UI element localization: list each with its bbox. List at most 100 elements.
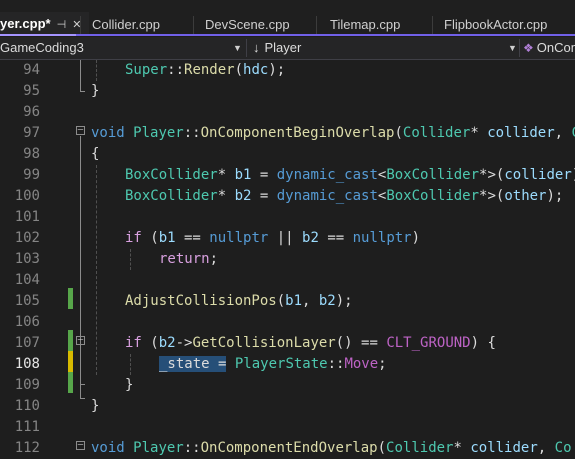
- code-token: () ==: [336, 335, 387, 351]
- code-text: }: [125, 375, 133, 396]
- collapse-icon[interactable]: –: [76, 336, 85, 345]
- tab-collider-cpp[interactable]: Collider.cpp: [92, 14, 160, 36]
- line-number: 102: [0, 228, 40, 249]
- code-token: Collider: [403, 125, 470, 141]
- code-line[interactable]: 106: [0, 312, 575, 333]
- code-token: );: [547, 188, 564, 204]
- code-line[interactable]: 99BoxCollider* b1 = dynamic_cast<BoxColl…: [0, 165, 575, 186]
- code-line[interactable]: 112void Player::OnComponentEndOverlap(Co…: [0, 438, 575, 459]
- code-token: return: [159, 251, 210, 267]
- code-text: _state = PlayerState::Move;: [159, 354, 387, 375]
- code-token: }: [125, 377, 133, 393]
- code-token: hdc: [243, 62, 268, 78]
- code-token: *>(: [479, 167, 504, 183]
- project-name: GameCoding3: [0, 40, 84, 55]
- code-text: {: [91, 144, 99, 165]
- code-token: ;: [378, 356, 386, 372]
- line-number: 96: [0, 102, 40, 123]
- code-line[interactable]: 98 {: [0, 144, 575, 165]
- code-text: if (b1 == nullptr || b2 == nullptr): [125, 228, 420, 249]
- code-token: BoxCollider: [386, 188, 479, 204]
- code-token: }: [91, 398, 99, 414]
- member-icon: ❖: [523, 41, 534, 55]
- code-line[interactable]: 96: [0, 102, 575, 123]
- tab-divider: [193, 16, 194, 34]
- code-token: {: [91, 146, 99, 162]
- line-number: 105: [0, 291, 40, 312]
- scope-dropdown[interactable]: ↓Player: [253, 37, 301, 59]
- code-token: ;: [210, 251, 218, 267]
- outline-end: [80, 398, 85, 399]
- code-token: Move: [344, 356, 378, 372]
- code-token: OnComponentBeginOverlap: [201, 125, 395, 141]
- code-token: PlayerState: [235, 356, 328, 372]
- line-number: 95: [0, 81, 40, 102]
- code-line[interactable]: 101: [0, 207, 575, 228]
- code-line[interactable]: 104: [0, 270, 575, 291]
- code-editor[interactable]: 94Super::Render(hdc);95}9697void Player:…: [0, 60, 575, 447]
- code-line[interactable]: 110}: [0, 396, 575, 417]
- code-line[interactable]: 95}: [0, 81, 575, 102]
- code-token: ,: [555, 125, 572, 141]
- code-token: ) {: [471, 335, 496, 351]
- line-number: 104: [0, 270, 40, 291]
- code-token: other: [504, 188, 546, 204]
- outline-line: [80, 136, 81, 398]
- collapse-icon[interactable]: –: [76, 441, 85, 450]
- code-token: ): [412, 230, 420, 246]
- chevron-down-icon[interactable]: ▼: [233, 37, 242, 59]
- tab-player-cpp[interactable]: yer.cpp*⊣✕: [0, 12, 89, 36]
- code-token: (: [277, 293, 285, 309]
- code-token: Co: [555, 440, 572, 456]
- member-dropdown[interactable]: ❖OnCom: [523, 37, 575, 59]
- code-line[interactable]: 100BoxCollider* b2 = dynamic_cast<BoxCol…: [0, 186, 575, 207]
- code-token: (: [235, 62, 243, 78]
- line-number: 110: [0, 396, 40, 417]
- tab-label: DevScene.cpp: [205, 17, 290, 32]
- code-line[interactable]: 107 if (b2->GetCollisionLayer() == CLT_GR…: [0, 333, 575, 354]
- code-text: if (b2->GetCollisionLayer() == CLT_GROUN…: [125, 333, 496, 354]
- code-token: (: [378, 440, 386, 456]
- code-token: dynamic_cast: [277, 167, 378, 183]
- code-token: Collider: [386, 440, 453, 456]
- code-token: ,: [538, 440, 555, 456]
- collapse-icon[interactable]: –: [76, 126, 85, 135]
- code-text: Super::Render(hdc);: [125, 60, 285, 81]
- code-token: (: [394, 125, 402, 141]
- line-number: 112: [0, 438, 40, 459]
- code-token: ==: [319, 230, 353, 246]
- code-token: nullptr: [353, 230, 412, 246]
- code-token: ::: [167, 62, 184, 78]
- code-line[interactable]: 111: [0, 417, 575, 438]
- code-token: =: [251, 188, 276, 204]
- tab-tilemap-cpp[interactable]: Tilemap.cpp: [330, 14, 400, 36]
- line-number: 111: [0, 417, 40, 438]
- indent-guide: [130, 249, 131, 270]
- line-number: 94: [0, 60, 40, 81]
- code-text: BoxCollider* b1 = dynamic_cast<BoxCollid…: [125, 165, 575, 186]
- code-line[interactable]: 97void Player::OnComponentBeginOverlap(C…: [0, 123, 575, 144]
- chevron-down-icon[interactable]: ▼: [508, 37, 517, 59]
- code-line[interactable]: 94 Super::Render(hdc);: [0, 60, 575, 81]
- code-line[interactable]: 102 if (b1 == nullptr || b2 == nullptr): [0, 228, 575, 249]
- code-token: *: [453, 440, 470, 456]
- code-token: collider: [504, 167, 571, 183]
- line-number: 98: [0, 144, 40, 165]
- code-line[interactable]: 103return;: [0, 249, 575, 270]
- project-dropdown[interactable]: GameCoding3: [0, 37, 84, 59]
- line-number: 97: [0, 123, 40, 144]
- code-token: CLT_GROUND: [386, 335, 470, 351]
- code-line[interactable]: 108_state = PlayerState::Move;: [0, 354, 575, 375]
- tab-flipbookactor-cpp[interactable]: FlipbookActor.cpp: [444, 14, 547, 36]
- code-token: nullptr: [209, 230, 268, 246]
- code-line[interactable]: 105AdjustCollisionPos(b1, b2);: [0, 291, 575, 312]
- line-number: 107: [0, 333, 40, 354]
- code-token: b1: [235, 167, 252, 183]
- tab-devscene-cpp[interactable]: DevScene.cpp: [205, 14, 290, 36]
- code-line[interactable]: 109}: [0, 375, 575, 396]
- code-token: OnComponentEndOverlap: [201, 440, 378, 456]
- code-token: GetCollisionLayer: [192, 335, 335, 351]
- tab-label: FlipbookActor.cpp: [444, 17, 547, 32]
- code-token: *: [218, 188, 235, 204]
- tab-label: yer.cpp*: [0, 12, 51, 36]
